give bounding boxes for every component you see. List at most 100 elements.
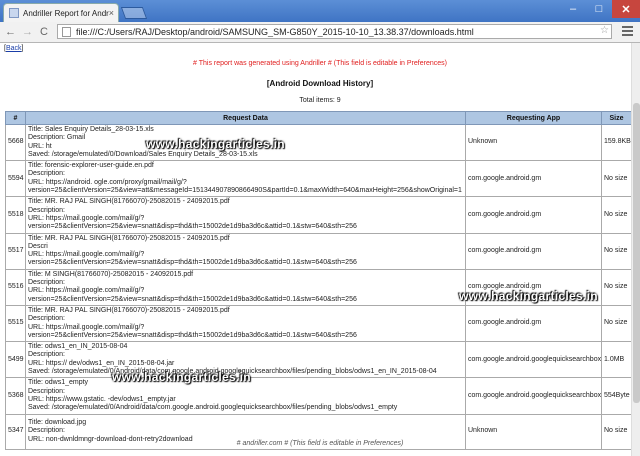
back-link[interactable]: Back — [6, 45, 22, 52]
column-header-requesting-app: Requesting App — [465, 111, 602, 125]
cell-request-data: Title: M SINGH(81766070)-25082015 - 2409… — [25, 268, 466, 306]
table-row: 5518 Title: MR. RAJ PAL SINGH(81766070)-2… — [5, 196, 632, 234]
cell-requesting-app: Unknown — [465, 123, 602, 162]
cell-request-data: Title: forensic-explorer-user-guide.en.p… — [25, 160, 466, 198]
request-data-line: URL: https:// dev/odws1_en_IN_2015-08-04… — [28, 359, 175, 367]
request-data-line: Description: — [28, 170, 65, 178]
watermark-text: www.hackingarticles.in — [146, 137, 285, 151]
total-items: Total items: 9 — [299, 97, 341, 104]
back-arrow-icon[interactable]: ← — [5, 25, 16, 39]
close-window-button[interactable]: ✕ — [612, 0, 640, 18]
tab-title: Andriller Report for Andro — [23, 8, 109, 18]
cell-size: No size — [601, 232, 632, 270]
request-data-line: Description: — [28, 387, 65, 395]
request-data-line: Title: download.jpg — [28, 419, 87, 427]
cell-id: 5668 — [5, 123, 26, 162]
download-history-table: # Request Data Requesting App Size 5668 T… — [5, 111, 632, 450]
cell-size: No size — [601, 304, 632, 343]
browser-title-bar: Andriller Report for Andro × – □ ✕ — [0, 0, 640, 22]
request-data-line: URL: https://mail.google.com/mail/g/? — [28, 214, 145, 222]
cell-request-data: Title: MR. RAJ PAL SINGH(81766070)-25082… — [25, 196, 466, 234]
column-header-request-data: Request Data — [25, 111, 466, 125]
cell-requesting-app: com.google.android.gm — [465, 160, 602, 198]
request-data-line: Description: — [28, 315, 65, 323]
request-data-line: version=25&clientVersion=25&view=snatt&d… — [28, 295, 357, 303]
maximize-button[interactable]: □ — [586, 0, 612, 18]
watermark-text: www.hackingarticles.in — [459, 289, 598, 303]
cell-size: No size — [601, 268, 632, 306]
table-header-row: # Request Data Requesting App Size — [5, 111, 632, 125]
request-data-line: Title: MR. RAJ PAL SINGH(81766070)-25082… — [28, 306, 230, 314]
forward-arrow-icon[interactable]: → — [22, 25, 33, 39]
request-data-line: Title: odws1_en_IN_2015-08-04 — [28, 343, 128, 351]
vertical-scrollbar[interactable] — [631, 43, 640, 456]
page-icon — [9, 8, 19, 18]
watermark-text: www.hackingarticles.in — [112, 370, 251, 384]
browser-tab[interactable]: Andriller Report for Andro × — [3, 3, 119, 22]
column-header-size: Size — [601, 111, 632, 125]
cell-id: 5368 — [5, 377, 26, 415]
request-data-line: version=25&clientVersion=25&view=att&mes… — [28, 187, 462, 195]
cell-id: 5516 — [5, 268, 26, 306]
table-row: 5368 Title: odws1_empty Description: URL: h… — [5, 377, 632, 415]
cell-request-data: Title: MR. RAJ PAL SINGH(81766070)-25082… — [25, 232, 466, 270]
cell-id: 5594 — [5, 160, 26, 198]
request-data-line: Descri — [28, 242, 48, 250]
page-icon — [62, 26, 71, 37]
cell-id: 5518 — [5, 196, 26, 234]
cell-size: 554Byte — [601, 377, 632, 415]
menu-icon[interactable] — [622, 26, 633, 38]
tab-close-icon[interactable]: × — [109, 8, 114, 18]
request-data-line: version=25&clientVersion=25&view=snatt&d… — [28, 331, 357, 339]
request-data-line: Title: MR. RAJ PAL SINGH(81766070)-25082… — [28, 234, 230, 242]
table-row: 5517 Title: MR. RAJ PAL SINGH(81766070)-2… — [5, 232, 632, 270]
column-header-id: # — [5, 111, 26, 125]
cell-requesting-app: com.google.android.googlequicksearchbox — [465, 341, 602, 379]
cell-size: 159.8KB — [601, 123, 632, 162]
request-data-line: Description: — [28, 279, 65, 287]
table-row: 5499 Title: odws1_en_IN_2015-08-04 Descrip… — [5, 341, 632, 379]
reload-icon[interactable]: C — [40, 25, 48, 39]
page-content: [Back] # This report was generated using… — [0, 43, 640, 456]
request-data-line: version=25&clientVersion=25&view=snatt&d… — [28, 223, 357, 231]
cell-size: 1.0MB — [601, 341, 632, 379]
back-link-container: [Back] — [4, 45, 23, 52]
cell-size: No size — [601, 196, 632, 234]
cell-id: 5517 — [5, 232, 26, 270]
request-data-line: Title: Sales Enquiry Details_28-03-15.xl… — [28, 126, 154, 133]
cell-requesting-app: com.google.android.gm — [465, 304, 602, 343]
report-notice: # This report was generated using Andril… — [193, 60, 447, 67]
request-data-line: URL: https://mail.google.com/mail/g/? — [28, 251, 145, 259]
minimize-button[interactable]: – — [560, 0, 586, 18]
cell-request-data: Title: MR. RAJ PAL SINGH(81766070)-25082… — [25, 304, 466, 343]
address-bar[interactable]: file:///C:/Users/RAJ/Desktop/android/SAM… — [57, 24, 612, 39]
report-footer: # andriller.com # (This field is editabl… — [236, 440, 404, 447]
request-data-line: URL: https://mail.google.com/mail/g/? — [28, 287, 145, 295]
bookmark-star-icon[interactable]: ☆ — [600, 25, 609, 36]
scrollbar-thumb[interactable] — [633, 103, 640, 403]
new-tab-button[interactable] — [120, 7, 148, 19]
request-data-line: Title: MR. RAJ PAL SINGH(81766070)-25082… — [28, 198, 230, 206]
request-data-line: URL: https://android. ogle.com/proxy/gma… — [28, 178, 187, 186]
request-data-line: Title: M SINGH(81766070)-25082015 - 2409… — [28, 270, 194, 278]
address-url[interactable]: file:///C:/Users/RAJ/Desktop/android/SAM… — [76, 27, 474, 37]
cell-requesting-app: com.google.android.gm — [465, 196, 602, 234]
back-bracket-close: ] — [21, 45, 24, 52]
cell-requesting-app: com.google.android.gm — [465, 232, 602, 270]
cell-id: 5515 — [5, 304, 26, 343]
request-data-line: URL: https://mail.google.com/mail/g/? — [28, 323, 145, 331]
browser-toolbar: ← → C file:///C:/Users/RAJ/Desktop/andro… — [0, 22, 640, 43]
request-data-line: Description: — [28, 206, 65, 214]
table-row: 5594 Title: forensic-explorer-user-guide.… — [5, 160, 632, 198]
request-data-line: Description: — [28, 427, 65, 435]
request-data-line: version=25&clientVersion=25&view=snatt&d… — [28, 259, 357, 267]
table-body: 5668 Title: Sales Enquiry Details_28-03-1… — [5, 123, 632, 450]
request-data-line: Description: — [28, 351, 65, 359]
request-data-line: Saved: /storage/emulated/0/Download/Sale… — [28, 150, 258, 158]
table-row: 5668 Title: Sales Enquiry Details_28-03-1… — [5, 123, 632, 162]
cell-id: 5499 — [5, 341, 26, 379]
table-row: 5515 Title: MR. RAJ PAL SINGH(81766070)-2… — [5, 304, 632, 343]
request-data-line: URL: https://www.gstatic. -dev/odws1_emp… — [28, 395, 176, 403]
cell-size: No size — [601, 160, 632, 198]
cell-requesting-app: com.google.android.googlequicksearchbox — [465, 377, 602, 415]
